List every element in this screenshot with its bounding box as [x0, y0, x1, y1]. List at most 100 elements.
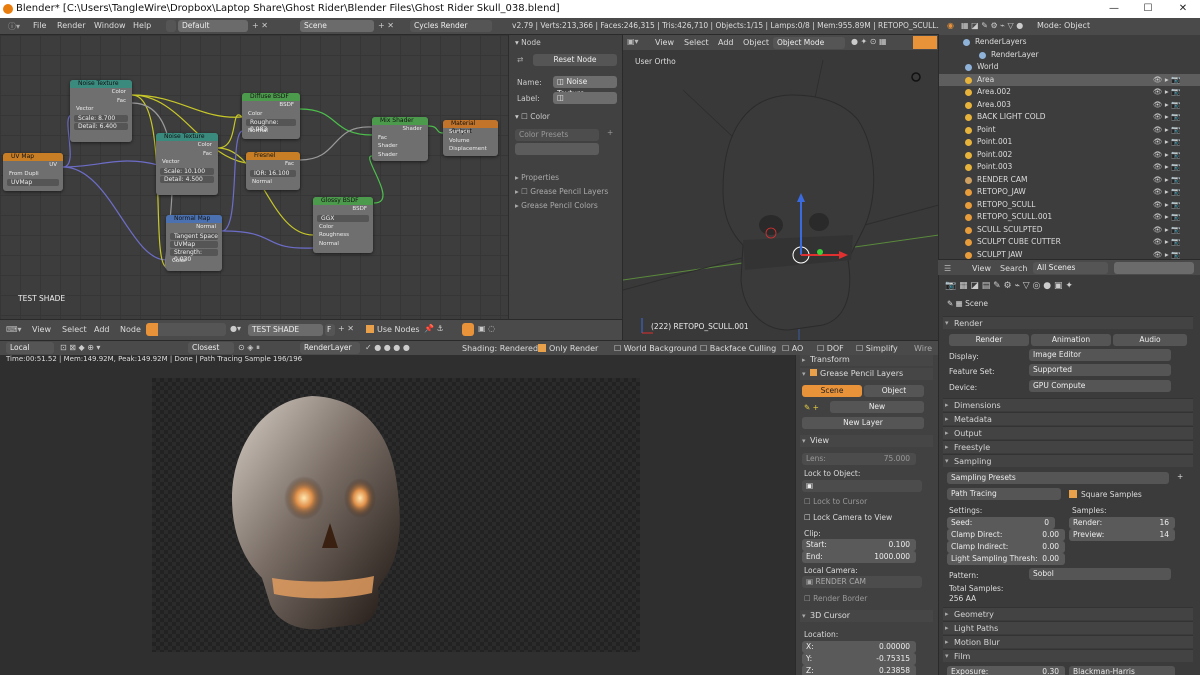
display-mode-select[interactable]: All Scenes: [1033, 262, 1108, 274]
menu-help[interactable]: Help: [133, 21, 151, 30]
cursor-y-field[interactable]: Y: -0.75315: [802, 653, 916, 665]
diffuse-bsdf-node[interactable]: Diffuse BSDF BSDF Color Roughne: 0.983 N…: [242, 93, 300, 139]
viewport-menu-object[interactable]: Object: [743, 38, 769, 47]
visibility-icons[interactable]: 👁 ▸ 📷: [1153, 224, 1180, 237]
detail-field[interactable]: Detail: 6.400: [74, 122, 128, 130]
outliner-row[interactable]: Point 👁 ▸ 📷: [939, 124, 1200, 137]
scene-select[interactable]: Scene: [300, 20, 374, 32]
seed-field[interactable]: Seed: 0: [947, 517, 1055, 529]
editor-type-icon[interactable]: ▣▾: [627, 37, 639, 46]
new-layer-button[interactable]: New Layer: [802, 417, 924, 429]
outliner[interactable]: ◉ ▦ ◪ ✎ ⚙ ⌁ ▽ ● Mode: Object RenderLayer…: [938, 18, 1200, 259]
layout-icon[interactable]: [166, 20, 176, 32]
outliner-row[interactable]: RenderLayer: [939, 49, 1200, 62]
square-samples-checkbox[interactable]: Square Samples: [1069, 490, 1142, 499]
visibility-icons[interactable]: 👁 ▸ 📷: [1153, 161, 1180, 174]
object-tab[interactable]: Object: [864, 385, 924, 397]
outliner-row[interactable]: BACK LIGHT COLD 👁 ▸ 📷: [939, 111, 1200, 124]
transform-orientation-select[interactable]: Local: [6, 342, 54, 354]
visibility-icons[interactable]: 👁 ▸ 📷: [1153, 211, 1180, 224]
uv-map-field[interactable]: UVMap: [170, 240, 218, 248]
roughness-field[interactable]: Roughne: 0.983: [246, 119, 296, 133]
render-engine-select[interactable]: Cycles Render: [410, 20, 492, 32]
layout-add-icon[interactable]: + ✕: [252, 21, 268, 30]
light-threshold-field[interactable]: Light Sampling Thresh: 0.00: [947, 553, 1065, 565]
world-background-checkbox[interactable]: ☐ World Background: [614, 344, 697, 353]
sampling-section[interactable]: Sampling: [943, 454, 1193, 468]
fresnel-node[interactable]: Fresnel Fac IOR: 16.100 Normal: [246, 152, 300, 190]
snap-target-select[interactable]: Closest: [188, 342, 234, 354]
uv-map-node[interactable]: UV Map UV From Dupli UVMap: [3, 153, 63, 191]
viewport-menu-view[interactable]: View: [655, 38, 674, 47]
viewport-menu-add[interactable]: Add: [718, 38, 734, 47]
material-output-node[interactable]: Material Output Surface Volume Displacem…: [443, 120, 498, 156]
node-section[interactable]: ▾ Node: [515, 38, 541, 47]
scale-field[interactable]: Scale: 8.700: [74, 114, 128, 122]
3d-cursor-panel[interactable]: 3D Cursor: [800, 610, 933, 622]
outliner-row[interactable]: SCULL SCULPTED 👁 ▸ 📷: [939, 224, 1200, 237]
visibility-icons[interactable]: 👁 ▸ 📷: [1153, 124, 1180, 137]
layout-select[interactable]: Default: [178, 20, 248, 32]
node-editor[interactable]: Noise Texture Color Fac Vector Scale: 8.…: [0, 35, 508, 319]
clip-start-field[interactable]: Start: 0.100: [802, 539, 916, 551]
visibility-icons[interactable]: 👁 ▸ 📷: [1153, 86, 1180, 99]
outliner-row[interactable]: RETOPO_SCULL.001 👁 ▸ 📷: [939, 211, 1200, 224]
ao-checkbox[interactable]: ☐ AO: [782, 344, 803, 353]
integrator-select[interactable]: Path Tracing: [947, 488, 1061, 500]
outliner-row[interactable]: SCULPT CUBE CUTTER 👁 ▸ 📷: [939, 236, 1200, 249]
outliner-row[interactable]: Area.002 👁 ▸ 📷: [939, 86, 1200, 99]
layer-toggle-icons[interactable]: ✓ ● ● ● ●: [365, 343, 410, 352]
pin-icon[interactable]: 📌 ⚓: [424, 324, 444, 333]
scene-tab[interactable]: Scene: [802, 385, 862, 397]
viewport-menu-select[interactable]: Select: [684, 38, 709, 47]
label-field[interactable]: ◫: [553, 92, 617, 104]
from-dupli-checkbox[interactable]: From Dupli: [3, 170, 63, 179]
material-name-field[interactable]: TEST SHADE: [248, 324, 323, 336]
cursor-x-field[interactable]: X: 0.00000: [802, 641, 916, 653]
noise-texture-node-2[interactable]: Noise Texture Color Fac Vector Scale: 10…: [156, 133, 218, 195]
outliner-row[interactable]: RENDER CAM 👁 ▸ 📷: [939, 174, 1200, 187]
pattern-select[interactable]: Sobol: [1029, 568, 1171, 580]
mode-select[interactable]: Object Mode: [773, 37, 845, 49]
output-section[interactable]: Output: [943, 426, 1193, 440]
gp-layers-panel[interactable]: Grease Pencil Layers: [800, 368, 933, 380]
visibility-icons[interactable]: 👁 ▸ 📷: [1153, 236, 1180, 249]
light-paths-section[interactable]: Light Paths: [943, 621, 1193, 635]
visibility-icons[interactable]: 👁 ▸ 📷: [1153, 174, 1180, 187]
strength-field[interactable]: Strength: 0.030: [170, 248, 218, 263]
outliner-row[interactable]: Point.003 👁 ▸ 📷: [939, 161, 1200, 174]
uv-map-field[interactable]: UVMap: [7, 179, 59, 186]
node-menu-node[interactable]: Node: [120, 325, 141, 334]
properties-tab-icons[interactable]: 📷 ▦ ◪ ▤ ✎ ⚙ ⌁ ▽ ◎ ● ▣ ✦: [945, 281, 1073, 291]
node-menu-add[interactable]: Add: [94, 325, 110, 334]
distribution-select[interactable]: GGX: [317, 214, 369, 222]
color-section[interactable]: ▾ ☐ Color: [515, 112, 550, 121]
film-section[interactable]: Film: [943, 649, 1193, 663]
node-editor-type-icon[interactable]: ⌨▾: [6, 325, 22, 334]
gp-layers-section[interactable]: ▸ ☐ Grease Pencil Layers: [515, 187, 608, 196]
normal-map-node[interactable]: Normal Map Normal Tangent Space UVMap St…: [166, 215, 222, 271]
shading-icon[interactable]: ● ✦ ⊙ ▦: [851, 37, 887, 46]
glossy-bsdf-node[interactable]: Glossy BSDF BSDF GGX Color Roughness Nor…: [313, 197, 373, 253]
outliner-row[interactable]: World: [939, 61, 1200, 74]
gp-colors-section[interactable]: ▸ Grease Pencil Colors: [515, 201, 598, 210]
dimensions-section[interactable]: Dimensions: [943, 398, 1193, 412]
clamp-indirect-field[interactable]: Clamp Indirect: 0.00: [947, 541, 1065, 553]
node-menu-select[interactable]: Select: [62, 325, 87, 334]
material-browse-icon[interactable]: ●▾: [230, 324, 241, 333]
new-gp-button[interactable]: New: [830, 401, 924, 413]
scale-field[interactable]: Scale: 10.100: [160, 167, 214, 175]
only-render-checkbox[interactable]: Only Render: [538, 344, 598, 353]
outliner-search-input[interactable]: [1114, 262, 1194, 274]
outliner-row[interactable]: RETOPO_SCULL 👁 ▸ 📷: [939, 199, 1200, 212]
outliner-row[interactable]: Point.001 👁 ▸ 📷: [939, 136, 1200, 149]
property-tab-icons[interactable]: ▦ ◪ ✎ ⚙ ⌁ ▽ ●: [961, 21, 1023, 30]
cursor-z-field[interactable]: Z: 0.23858: [802, 665, 916, 675]
backface-culling-checkbox[interactable]: ☐ Backface Culling: [700, 344, 776, 353]
freestyle-section[interactable]: Freestyle: [943, 440, 1193, 454]
scene-add-icon[interactable]: + ✕: [378, 21, 394, 30]
outliner-row[interactable]: Point.002 👁 ▸ 📷: [939, 149, 1200, 162]
exposure-field[interactable]: Exposure: 0.30: [947, 666, 1065, 675]
object-shader-button[interactable]: [146, 323, 158, 336]
metadata-section[interactable]: Metadata: [943, 412, 1193, 426]
